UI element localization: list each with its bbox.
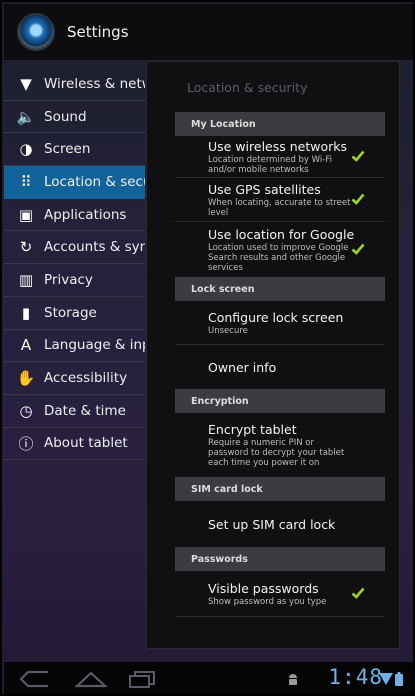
storage-icon: ▮ bbox=[21, 303, 31, 322]
sidebar-item-label: Location & secur bbox=[44, 173, 145, 190]
pref-summary: When locating, accurate to street level bbox=[208, 197, 351, 218]
sync-icon: ↻ bbox=[19, 238, 33, 257]
sidebar-item-language-inpu[interactable]: A Language & inpu bbox=[4, 330, 145, 363]
hand-icon: ✋ bbox=[16, 369, 36, 388]
sidebar-item-location-secur[interactable]: ⠿ Location & secur bbox=[4, 166, 145, 199]
sidebar-item-label: Accounts & sync bbox=[44, 239, 145, 256]
section-header-lock-screen: Lock screen bbox=[175, 277, 385, 301]
checkbox-checked-icon[interactable] bbox=[351, 149, 365, 163]
sidebar-item-sound[interactable]: 🔈 Sound bbox=[4, 101, 145, 134]
section-header-my-location: My Location bbox=[175, 112, 385, 136]
system-bar: 1:48 bbox=[4, 662, 413, 694]
sidebar-item-label: Wireless & netwo bbox=[44, 75, 145, 92]
pref-title: Encrypt tablet bbox=[208, 422, 297, 437]
battery-icon bbox=[395, 672, 403, 686]
sidebar-item-accessibility[interactable]: ✋ Accessibility bbox=[4, 362, 145, 395]
sidebar-item-screen[interactable]: ◑ Screen bbox=[4, 133, 145, 167]
pref-title: Visible passwords bbox=[208, 580, 319, 596]
android-debug-icon bbox=[289, 674, 297, 685]
sidebar-item-privacy[interactable]: ▥ Privacy bbox=[4, 264, 145, 297]
pref-summary: Require a numeric PIN or password to dec… bbox=[208, 438, 345, 468]
pref-summary: Show password as you type bbox=[208, 596, 327, 607]
keyboard-icon: A bbox=[20, 336, 32, 355]
sidebar-item-label: Language & inpu bbox=[44, 337, 145, 354]
sidebar-item-date-time[interactable]: ◷ Date & time bbox=[4, 395, 145, 428]
pref-summary: Unsecure bbox=[208, 325, 248, 336]
sidebar-item-wireless-netwo[interactable]: ▼ Wireless & netwo bbox=[4, 68, 145, 101]
pref-title: Set up SIM card lock bbox=[208, 516, 336, 532]
dots-grid-icon: ⠿ bbox=[20, 172, 32, 191]
sidebar-item-label: About tablet bbox=[44, 435, 128, 452]
pref-set-up-sim-card-lock[interactable]: Set up SIM card lock bbox=[175, 501, 385, 547]
tablet-screen: Settings ▼ Wireless & netwo 🔈 Sound ◑ Screen ⠿… bbox=[0, 0, 415, 696]
brightness-icon: ◑ bbox=[19, 140, 33, 159]
pref-encrypt-tablet[interactable]: Encrypt tablet Require a numeric PIN or … bbox=[175, 413, 385, 477]
status-clock: 1:48 bbox=[328, 665, 383, 689]
settings-app-icon[interactable] bbox=[19, 15, 53, 49]
pref-title: Use wireless networks bbox=[208, 138, 348, 154]
privacy-icon: ▥ bbox=[18, 270, 34, 289]
pref-use-location-for-google[interactable]: Use location for Google Location used to… bbox=[175, 222, 385, 277]
pref-configure-lock-screen[interactable]: Configure lock screen Unsecure bbox=[175, 301, 385, 345]
sidebar-item-accounts-sync[interactable]: ↻ Accounts & sync bbox=[4, 231, 145, 265]
section-header-sim-card-lock: SIM card lock bbox=[175, 477, 385, 501]
recent-apps-icon[interactable] bbox=[127, 670, 157, 688]
pref-title: Owner info bbox=[208, 359, 277, 375]
pref-use-gps-satellites[interactable]: Use GPS satellites When locating, accura… bbox=[175, 178, 385, 222]
speaker-icon: 🔈 bbox=[16, 107, 36, 126]
pref-visible-passwords[interactable]: Visible passwords Show password as you t… bbox=[175, 571, 385, 617]
section-header-passwords: Passwords bbox=[175, 547, 385, 571]
sidebar-item-label: Privacy bbox=[44, 271, 93, 288]
wifi-icon: ▼ bbox=[20, 74, 32, 93]
sidebar-item-label: Screen bbox=[44, 141, 91, 158]
location-security-panel: Location & security My Location Use wire… bbox=[147, 62, 399, 648]
sidebar-item-label: Storage bbox=[44, 304, 97, 321]
home-icon[interactable] bbox=[74, 670, 108, 688]
app-title: Settings bbox=[67, 23, 129, 41]
pref-use-wireless-networks[interactable]: Use wireless networks Location determine… bbox=[175, 136, 385, 178]
sidebar-item-label: Date & time bbox=[44, 402, 126, 419]
back-icon[interactable] bbox=[18, 670, 52, 688]
action-bar: Settings bbox=[4, 4, 413, 60]
applications-icon: ▣ bbox=[18, 205, 34, 224]
checkbox-checked-icon[interactable] bbox=[351, 586, 365, 600]
pref-summary: Location determined by Wi-Fi and/or mobi… bbox=[208, 154, 332, 175]
panel-title: Location & security bbox=[187, 80, 308, 95]
sidebar-item-label: Sound bbox=[44, 108, 87, 125]
pref-title: Use GPS satellites bbox=[208, 181, 321, 197]
sidebar-item-label: Applications bbox=[44, 206, 127, 223]
pref-summary: Location used to improve Google Search r… bbox=[208, 242, 349, 273]
pref-title: Configure lock screen bbox=[208, 309, 344, 325]
wifi-signal-icon bbox=[379, 673, 393, 685]
clock-icon: ◷ bbox=[19, 401, 33, 420]
checkbox-checked-icon[interactable] bbox=[351, 192, 365, 206]
pref-owner-info[interactable]: Owner info bbox=[175, 345, 385, 389]
sidebar-item-label: Accessibility bbox=[44, 370, 128, 387]
pref-title: Use location for Google bbox=[208, 226, 355, 242]
sidebar-item-storage[interactable]: ▮ Storage bbox=[4, 297, 145, 330]
sidebar-item-about-tablet[interactable]: ⓘ About tablet bbox=[4, 428, 145, 461]
section-header-encryption: Encryption bbox=[175, 389, 385, 413]
settings-nav: ▼ Wireless & netwo 🔈 Sound ◑ Screen ⠿ Location … bbox=[4, 68, 145, 461]
checkbox-checked-icon[interactable] bbox=[351, 242, 365, 256]
sidebar-item-applications[interactable]: ▣ Applications bbox=[4, 199, 145, 232]
info-icon: ⓘ bbox=[18, 434, 34, 453]
